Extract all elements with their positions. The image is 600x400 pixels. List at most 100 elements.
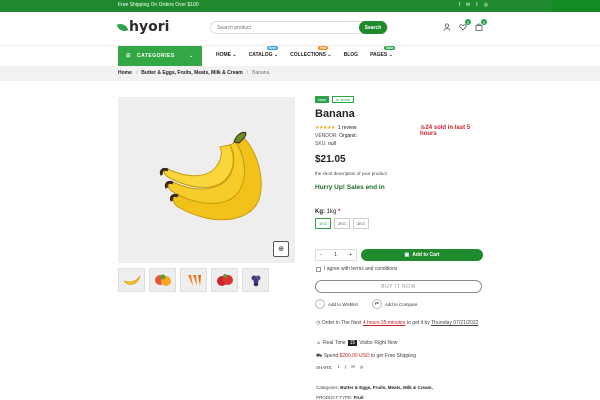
nav-item-catalog[interactable]: CATALOG ⌄ New <box>248 46 278 58</box>
nav-label: HOME <box>216 52 231 58</box>
facebook-share-icon[interactable]: f <box>345 365 346 370</box>
thumbnail-mixed-fruit[interactable] <box>149 268 176 292</box>
sold-text: 24 sold in last 5 hours <box>420 125 471 137</box>
spend-suffix: to get Free Shipping <box>370 353 416 359</box>
person-icon: ☺ <box>316 340 322 346</box>
terms-checkbox[interactable] <box>316 266 321 272</box>
zoom-icon[interactable]: ⊕ <box>273 241 289 257</box>
product-main-image[interactable]: ⊕ <box>118 97 295 263</box>
terms-checkbox-row[interactable]: I agree with terms and conditions <box>316 266 397 272</box>
twitter-share-icon[interactable]: 𝕥 <box>338 364 340 370</box>
spend-amount: $200.00 USD <box>339 353 370 359</box>
compare-icon: ⇄ <box>371 299 382 309</box>
terms-label: I agree with terms and conditions <box>324 266 398 272</box>
product-type-value[interactable]: Fruit <box>354 395 364 400</box>
header-icons: 0 0 <box>443 19 487 31</box>
categories-label: CATEGORIES <box>136 53 175 59</box>
breadcrumb-current: Banana <box>252 70 270 76</box>
buy-now-button[interactable]: BUY IT NOW <box>315 280 482 293</box>
thumbnail-carrots[interactable] <box>180 268 207 292</box>
add-to-wishlist[interactable]: ♡ Add to Wishlist <box>315 299 358 309</box>
chevron-down-icon: ⌄ <box>189 53 194 59</box>
product-price: $21.05 <box>315 154 346 165</box>
variant-option-1kg[interactable]: 1KG <box>315 218 332 229</box>
menu-icon: ☰ <box>126 53 131 59</box>
quantity-value[interactable]: 1 <box>334 252 337 258</box>
review-count[interactable]: 1 review <box>338 125 357 131</box>
user-icon[interactable] <box>443 23 451 31</box>
product-title: Banana <box>315 108 355 120</box>
vendor-value: Organic <box>339 133 357 139</box>
wishlist-icon[interactable]: 0 <box>459 19 471 31</box>
nav-label: COLLECTIONS <box>290 52 327 58</box>
realtime-suffix: Visitor Right Now <box>359 340 398 346</box>
email-icon[interactable]: ✉ <box>466 2 470 8</box>
sale-countdown-heading: Hurry Up! Sales end in <box>315 184 385 191</box>
product-tags: New In stock <box>315 96 485 103</box>
facebook-icon[interactable]: f <box>459 2 460 8</box>
realtime-prefix: Real Time <box>323 340 346 346</box>
thumbnail-grapes[interactable] <box>242 268 269 292</box>
nav-item-blog[interactable]: BLOG <box>344 52 358 58</box>
pinterest-share-icon[interactable]: ℗ <box>360 365 363 370</box>
logo[interactable]: hyori <box>116 19 169 35</box>
categories-button[interactable]: ☰ CATEGORIES ⌄ <box>118 46 202 66</box>
cart-icon[interactable]: 0 <box>475 19 487 31</box>
free-shipping-note: ⛟ Spend $200.00 USD to get Free Shipping <box>316 353 416 360</box>
product-type-label: PRODUCT TYPE: <box>316 395 353 400</box>
categories-meta-value[interactable]: Butter & Eggs, Fruits, Meats, Milk & Cre… <box>340 385 433 390</box>
truck-icon: ⛟ <box>316 353 323 359</box>
instagram-icon[interactable]: ◎ <box>484 2 488 8</box>
hot-tag: Hot <box>318 46 329 50</box>
purchase-row: - 1 + ▣ Add to Cart <box>315 249 483 261</box>
breadcrumb-separator: / <box>246 70 249 76</box>
order-mid: to get it by <box>406 320 430 326</box>
quantity-increase-button[interactable]: + <box>349 252 352 258</box>
nav-item-home[interactable]: HOME ⌄ <box>216 52 237 58</box>
thumbnail-strip <box>118 268 269 292</box>
email-share-icon[interactable]: ✉ <box>351 364 355 370</box>
share-row: SHARE: 𝕥 f ✉ ℗ <box>316 364 363 370</box>
short-description: the short description of your product <box>315 171 387 176</box>
breadcrumb-home[interactable]: Home <box>118 70 132 76</box>
search-input[interactable] <box>217 25 327 31</box>
bag-icon: ▣ <box>404 252 410 258</box>
leaf-icon <box>116 21 129 33</box>
nav-label: BLOG <box>343 52 359 58</box>
new-tag: New <box>266 46 278 50</box>
product-type: PRODUCT TYPE: Fruit <box>316 395 364 400</box>
rating-row: ★★★★★ 1 review ♨24 sold in last 5 hours <box>315 125 485 137</box>
breadcrumb-category[interactable]: Butter & Eggs, Fruits, Meats, Milk & Cre… <box>141 70 242 76</box>
add-to-cart-button[interactable]: ▣ Add to Cart <box>361 249 483 261</box>
quantity-decrease-button[interactable]: - <box>320 252 322 258</box>
required-mark: * <box>338 209 341 215</box>
wishlist-compare-row: ♡ Add to Wishlist ⇄ Add to Compare <box>315 299 418 309</box>
thumbnail-banana[interactable] <box>118 268 145 292</box>
variant-option-3kg[interactable]: 3KG <box>353 218 370 229</box>
nav-item-collections[interactable]: COLLECTIONS ⌄ Hot <box>290 46 332 58</box>
variant-option-2kg[interactable]: 2KG <box>334 218 351 229</box>
categories-meta-label: Categories: <box>316 385 340 390</box>
site-header: hyori Search 0 0 <box>0 12 600 46</box>
search-button[interactable]: Search <box>359 21 387 34</box>
delivery-estimate: ◷ Order in The Next 4 hours 35 minutes t… <box>316 320 486 327</box>
rating-stars[interactable]: ★★★★★ <box>315 125 335 131</box>
product-categories: Categories: Butter & Eggs, Fruits, Meats… <box>316 385 433 390</box>
sku-value: null <box>328 141 336 147</box>
nav-item-pages[interactable]: PAGES ⌄ Sale <box>370 46 396 58</box>
spend-prefix: Spend <box>323 353 339 359</box>
breadcrumb: Home / Butter & Eggs, Fruits, Meats, Mil… <box>0 66 600 81</box>
quantity-stepper: - 1 + <box>315 249 357 261</box>
heart-icon: ♡ <box>315 299 325 309</box>
main-nav: ☰ CATEGORIES ⌄ HOME ⌄ CATALOG ⌄ New COLLE… <box>0 46 600 66</box>
top-bar: Free Shipping On Orders Over $100 f ✉ t … <box>0 0 600 12</box>
twitter-icon[interactable]: t <box>476 2 477 8</box>
sku-row: SKU: null <box>315 141 485 147</box>
nav-label: CATALOG <box>248 52 273 58</box>
add-to-cart-label: Add to Cart <box>412 252 440 258</box>
banana-image <box>159 132 262 221</box>
visitor-count: 15 <box>347 340 358 346</box>
add-to-compare[interactable]: ⇄ Add to Compare <box>371 299 418 309</box>
thumbnail-apples[interactable] <box>211 268 238 292</box>
wishlist-label: Add to Wishlist <box>328 301 358 307</box>
